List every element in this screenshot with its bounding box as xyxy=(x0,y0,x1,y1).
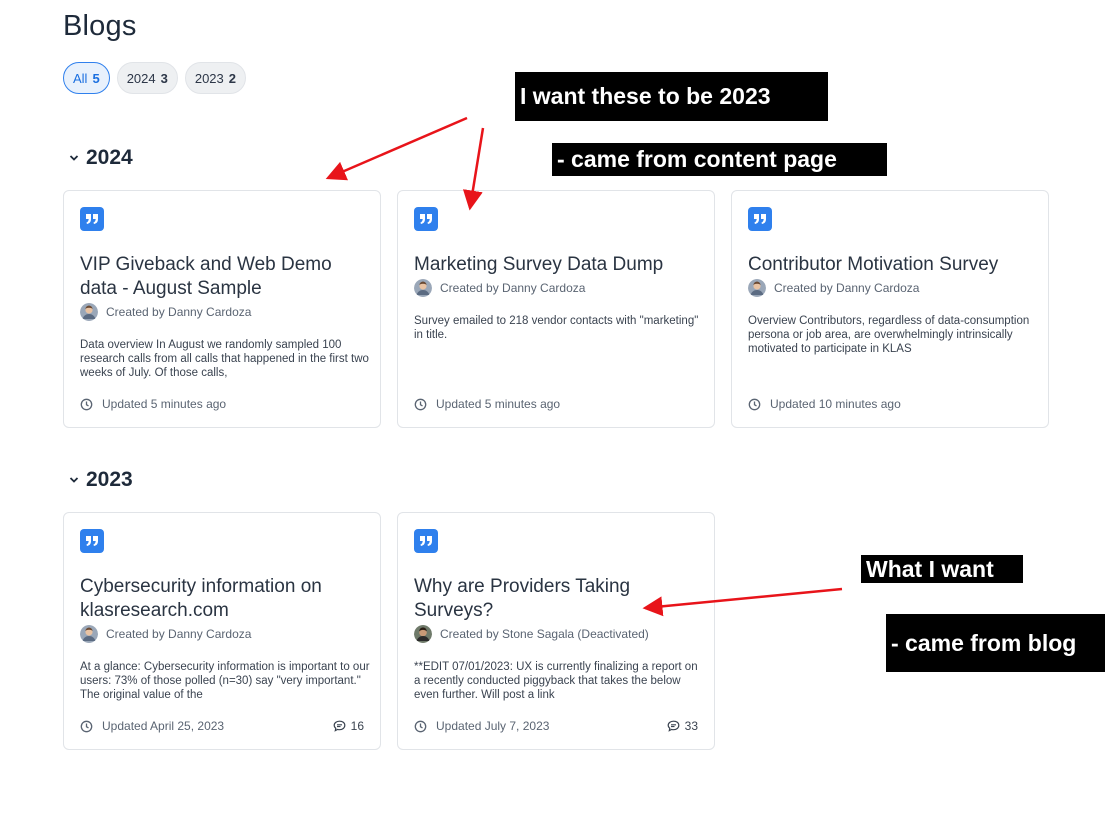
card-title[interactable]: Marketing Survey Data Dump xyxy=(414,253,704,277)
card-title[interactable]: Cybersecurity information on klasresearc… xyxy=(80,575,370,623)
annotation-want-2023: I want these to be 2023 xyxy=(515,72,828,121)
avatar xyxy=(748,279,766,297)
avatar xyxy=(80,625,98,643)
card-author: Created by Stone Sagala (Deactivated) xyxy=(440,627,649,641)
card-excerpt: Overview Contributors, regardless of dat… xyxy=(748,315,1030,355)
filter-count: 3 xyxy=(160,70,168,86)
quote-icon xyxy=(414,529,438,553)
chevron-down-icon xyxy=(68,474,80,486)
card-footer: Updated 5 minutes ago xyxy=(80,397,364,411)
comment-count-text: 16 xyxy=(350,719,364,733)
card-footer: Updated April 25, 2023 16 xyxy=(80,719,364,733)
filter-label: 2024 xyxy=(126,70,156,86)
card-author: Created by Danny Cardoza xyxy=(774,281,920,295)
card-byline: Created by Danny Cardoza xyxy=(80,303,251,321)
card-byline: Created by Danny Cardoza xyxy=(80,625,251,643)
clock-icon xyxy=(414,398,427,410)
card-updated-text: Updated July 7, 2023 xyxy=(436,719,550,733)
clock-icon xyxy=(414,720,427,732)
comment-icon xyxy=(333,720,346,732)
card-byline: Created by Danny Cardoza xyxy=(748,279,919,297)
comment-icon xyxy=(667,720,680,732)
clock-icon xyxy=(80,720,93,732)
card-title[interactable]: Why are Providers Taking Surveys? xyxy=(414,575,704,623)
blog-card[interactable]: VIP Giveback and Web Demo data - August … xyxy=(63,190,381,428)
card-footer: Updated 5 minutes ago xyxy=(414,397,698,411)
quote-icon xyxy=(748,207,772,231)
card-byline: Created by Danny Cardoza xyxy=(414,279,585,297)
card-excerpt: Survey emailed to 218 vendor contacts wi… xyxy=(414,315,699,341)
filter-count: 5 xyxy=(92,70,100,86)
card-author: Created by Danny Cardoza xyxy=(106,627,252,641)
card-updated-text: Updated 5 minutes ago xyxy=(102,397,227,411)
card-updated-text: Updated 10 minutes ago xyxy=(770,397,901,411)
card-title[interactable]: Contributor Motivation Survey xyxy=(748,253,1038,277)
filter-all-chip[interactable]: All 5 xyxy=(63,62,110,94)
page-title: Blogs xyxy=(63,10,137,42)
card-author: Created by Danny Cardoza xyxy=(440,281,586,295)
blog-card[interactable]: Contributor Motivation Survey Created by… xyxy=(731,190,1049,428)
avatar xyxy=(414,625,432,643)
blog-card[interactable]: Cybersecurity information on klasresearc… xyxy=(63,512,381,750)
filter-label: All xyxy=(73,70,88,86)
card-excerpt: At a glance: Cybersecurity information i… xyxy=(80,661,370,701)
chevron-down-icon xyxy=(68,152,80,164)
card-footer: Updated July 7, 2023 33 xyxy=(414,719,698,733)
comment-count[interactable]: 16 xyxy=(333,719,364,733)
avatar xyxy=(414,279,432,297)
card-excerpt: Data overview In August we randomly samp… xyxy=(80,339,369,379)
section-year: 2023 xyxy=(86,468,133,491)
comment-count[interactable]: 33 xyxy=(667,719,698,733)
clock-icon xyxy=(80,398,93,410)
blog-card[interactable]: Why are Providers Taking Surveys? Create… xyxy=(397,512,715,750)
section-header-2023[interactable]: 2023 xyxy=(68,468,133,492)
annotation-content-page: - came from content page xyxy=(552,143,887,176)
card-updated: Updated July 7, 2023 xyxy=(414,719,549,733)
annotation-came-from-blog: - came from blog xyxy=(886,614,1105,672)
annotation-what-i-want: What I want xyxy=(861,555,1023,583)
quote-icon xyxy=(414,207,438,231)
card-footer: Updated 10 minutes ago xyxy=(748,397,1032,411)
card-excerpt: **EDIT 07/01/2023: UX is currently final… xyxy=(414,661,698,701)
filter-bar: All 5 2024 3 2023 2 xyxy=(63,62,246,94)
card-byline: Created by Stone Sagala (Deactivated) xyxy=(414,625,649,643)
arrow-to-card-1 xyxy=(325,116,468,181)
card-updated: Updated 10 minutes ago xyxy=(748,397,901,411)
section-year: 2024 xyxy=(86,146,133,169)
clock-icon xyxy=(748,398,761,410)
card-updated: Updated April 25, 2023 xyxy=(80,719,224,733)
filter-label: 2023 xyxy=(194,70,224,86)
card-author: Created by Danny Cardoza xyxy=(106,305,252,319)
filter-2023-chip[interactable]: 2023 2 xyxy=(184,62,246,94)
filter-count: 2 xyxy=(228,70,236,86)
card-updated-text: Updated April 25, 2023 xyxy=(102,719,225,733)
comment-count-text: 33 xyxy=(684,719,698,733)
card-updated: Updated 5 minutes ago xyxy=(414,397,560,411)
quote-icon xyxy=(80,529,104,553)
filter-2024-chip[interactable]: 2024 3 xyxy=(116,62,178,94)
card-title[interactable]: VIP Giveback and Web Demo data - August … xyxy=(80,253,370,301)
blog-card[interactable]: Marketing Survey Data Dump Created by Da… xyxy=(397,190,715,428)
quote-icon xyxy=(80,207,104,231)
card-updated: Updated 5 minutes ago xyxy=(80,397,226,411)
card-updated-text: Updated 5 minutes ago xyxy=(436,397,561,411)
avatar xyxy=(80,303,98,321)
section-header-2024[interactable]: 2024 xyxy=(68,146,133,170)
